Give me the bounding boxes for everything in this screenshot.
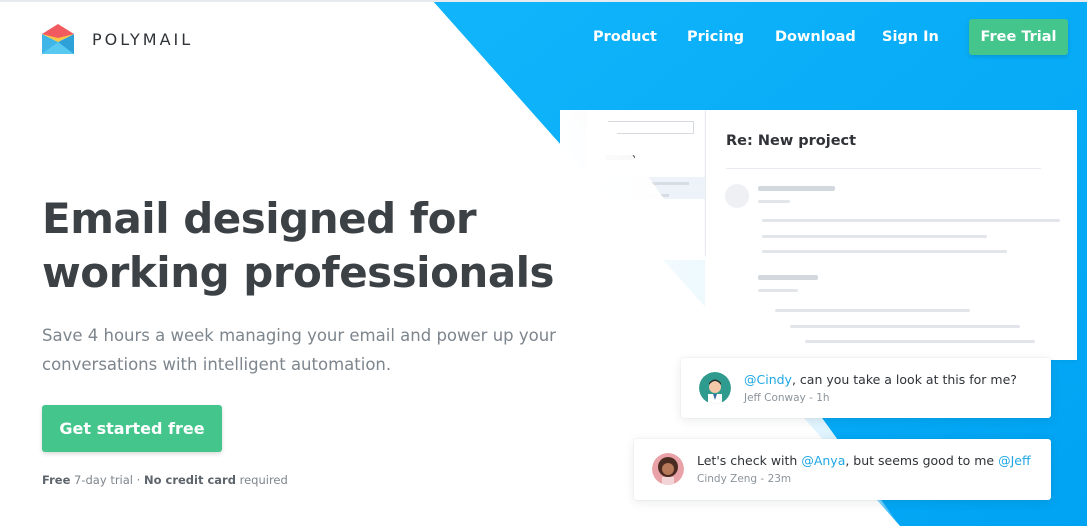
mockup-row-placeholder [647, 194, 669, 197]
mockup-avatar-placeholder [725, 184, 749, 208]
comment-body: , can you take a look at this for me? [791, 372, 1017, 387]
comment-meta: Jeff Conway - 1h [744, 392, 830, 404]
hero-subtitle: Save 4 hours a week managing your email … [42, 326, 556, 374]
comment-time: 23m [767, 473, 792, 485]
comment-text: Let's check with @Anya, but seems good t… [697, 453, 1031, 468]
fine-print-no-card: No credit card [143, 473, 236, 487]
comment-author: Jeff Conway [744, 392, 806, 404]
mockup-sidebar-heading [605, 155, 635, 160]
brand-name: POLYMAIL [92, 29, 194, 49]
comment-author: Cindy Zeng [697, 473, 758, 485]
mention-link[interactable]: @Anya [801, 453, 845, 468]
mention-link[interactable]: @Jeff [998, 453, 1031, 468]
mockup-text-placeholder [758, 186, 835, 191]
comment-text: @Cindy, can you take a look at this for … [744, 372, 1017, 387]
trial-fine-print: Free 7-day trial · No credit card requir… [42, 473, 288, 487]
comment-meta: Cindy Zeng - 23m [697, 473, 792, 485]
envelope-logo-icon [42, 24, 74, 54]
mockup-text-placeholder [805, 340, 1035, 343]
nav-download[interactable]: Download [775, 29, 856, 45]
fine-print-required: required [235, 473, 288, 487]
mockup-text-placeholder [762, 250, 1007, 253]
hero-title-line-1: Email designed for [42, 194, 477, 243]
logo[interactable]: POLYMAIL [42, 24, 193, 54]
comment-body-middle: , but seems good to me [845, 453, 999, 468]
hero-title: Email designed for working professionals [42, 192, 555, 300]
mockup-text-placeholder [758, 275, 818, 280]
mockup-text-placeholder [790, 325, 1020, 328]
get-started-button[interactable]: Get started free [42, 405, 222, 452]
hero-title-line-2: working professionals [42, 248, 555, 297]
mockup-search-box [596, 121, 694, 134]
mockup-row-placeholder [640, 182, 689, 185]
fine-print-trial: 7-day trial · [70, 473, 144, 487]
mockup-text-placeholder [775, 309, 970, 312]
fine-print-free: Free [42, 473, 71, 487]
mockup-subject: Re: New project [726, 133, 857, 149]
comment-card: @Cindy, can you take a look at this for … [681, 358, 1051, 418]
comment-card: Let's check with @Anya, but seems good t… [634, 439, 1051, 500]
free-trial-button[interactable]: Free Trial [969, 19, 1068, 55]
comment-body-start: Let's check with [697, 453, 802, 468]
nav-product[interactable]: Product [593, 29, 657, 45]
mention-link[interactable]: @Cindy [744, 372, 792, 387]
mockup-text-placeholder [758, 200, 790, 203]
top-border [0, 0, 1087, 2]
mockup-divider [726, 168, 1041, 169]
man-avatar-icon [699, 372, 731, 404]
comment-time: 1h [816, 392, 830, 404]
mockup-text-placeholder [762, 219, 1060, 222]
mockup-text-placeholder [762, 235, 987, 238]
nav-pricing[interactable]: Pricing [687, 29, 744, 45]
woman-avatar-icon [652, 453, 684, 485]
mockup-text-placeholder [758, 289, 798, 292]
nav-sign-in[interactable]: Sign In [882, 29, 939, 45]
